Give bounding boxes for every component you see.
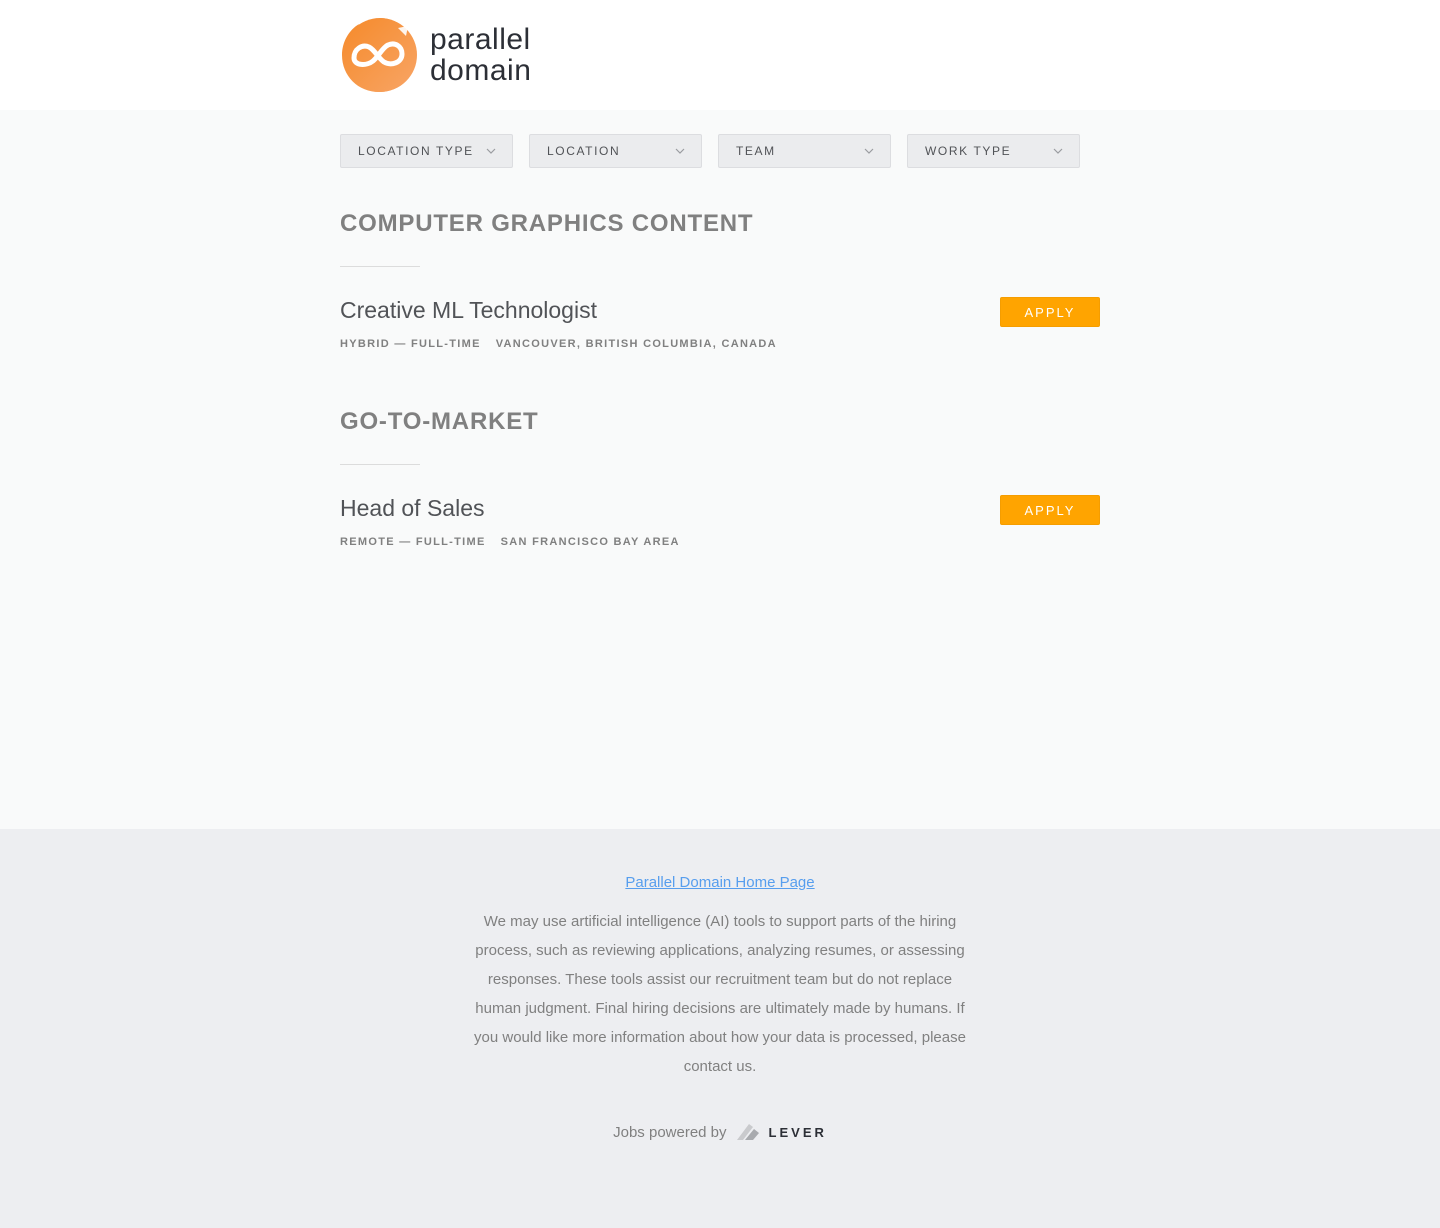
group-divider [340, 464, 420, 465]
posting-commitment: HYBRID — FULL-TIME [340, 338, 481, 350]
filter-team[interactable]: TEAM [718, 134, 891, 168]
apply-button[interactable]: APPLY [1000, 297, 1100, 327]
group-title: GO-TO-MARKET [340, 408, 539, 435]
page-footer: Parallel Domain Home Page We may use art… [0, 829, 1440, 1228]
posting-item[interactable]: Creative ML Technologist HYBRID — FULL-T… [340, 297, 1100, 350]
posting-group-go-to-market: GO-TO-MARKET Head of Sales REMOTE — FULL… [340, 408, 1100, 548]
posting-location: VANCOUVER, BRITISH COLUMBIA, CANADA [495, 338, 777, 350]
posting-meta: HYBRID — FULL-TIME VANCOUVER, BRITISH CO… [340, 338, 1100, 350]
postings-main: LOCATION TYPE LOCATION TEAM WORK TYPE CO… [0, 110, 1440, 829]
logo-wordmark: parallel domain [430, 24, 531, 86]
filter-label: LOCATION TYPE [358, 144, 474, 158]
filter-work-type[interactable]: WORK TYPE [907, 134, 1080, 168]
chevron-down-icon [1053, 148, 1063, 154]
chevron-down-icon [864, 148, 874, 154]
powered-by-text: Jobs powered by [613, 1123, 727, 1141]
filter-label: TEAM [736, 144, 776, 158]
home-page-link[interactable]: Parallel Domain Home Page [625, 874, 814, 891]
logo-word-2: domain [430, 54, 532, 87]
group-title: COMPUTER GRAPHICS CONTENT [340, 210, 754, 237]
chevron-down-icon [486, 148, 496, 154]
page-header: parallel domain [0, 0, 1440, 110]
company-logo[interactable]: parallel domain [340, 16, 531, 94]
group-divider [340, 266, 420, 267]
filter-location[interactable]: LOCATION [529, 134, 702, 168]
parallel-domain-logo-icon [342, 18, 417, 92]
posting-title[interactable]: Head of Sales [340, 495, 1100, 522]
apply-button[interactable]: APPLY [1000, 495, 1100, 525]
filter-location-type[interactable]: LOCATION TYPE [340, 134, 513, 168]
logo-word-1: parallel [430, 23, 531, 56]
powered-by[interactable]: Jobs powered by LEVER [0, 1120, 1440, 1144]
posting-group-cg-content: COMPUTER GRAPHICS CONTENT Creative ML Te… [340, 210, 1100, 350]
posting-meta: REMOTE — FULL-TIME SAN FRANCISCO BAY ARE… [340, 536, 1100, 548]
filter-bar: LOCATION TYPE LOCATION TEAM WORK TYPE [340, 134, 1080, 168]
posting-item[interactable]: Head of Sales REMOTE — FULL-TIME SAN FRA… [340, 495, 1100, 548]
ai-disclaimer: We may use artificial intelligence (AI) … [474, 913, 966, 1075]
lever-logo-icon [736, 1124, 759, 1140]
lever-wordmark: LEVER [768, 1124, 827, 1140]
posting-commitment: REMOTE — FULL-TIME [340, 536, 486, 548]
filter-label: LOCATION [547, 144, 621, 158]
posting-title[interactable]: Creative ML Technologist [340, 297, 1100, 324]
filter-label: WORK TYPE [925, 144, 1012, 158]
home-link-wrapper: Parallel Domain Home Page [0, 874, 1440, 892]
chevron-down-icon [675, 148, 685, 154]
posting-location: SAN FRANCISCO BAY AREA [500, 536, 680, 548]
